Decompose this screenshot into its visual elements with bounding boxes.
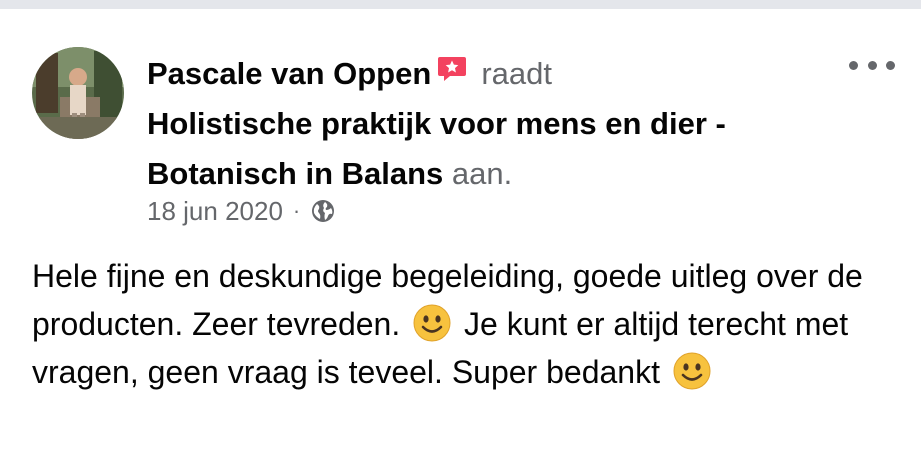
avatar-photo	[32, 47, 124, 139]
more-dot	[849, 60, 858, 70]
page-name[interactable]: Holistische praktijk voor mens en dier -…	[147, 106, 726, 191]
smiley-icon	[673, 352, 711, 390]
recommend-badge-icon	[437, 47, 467, 81]
recommend-suffix: aan.	[451, 156, 513, 191]
more-dot	[867, 60, 877, 70]
globe-icon[interactable]	[310, 198, 336, 224]
recommend-verb: raadt	[481, 56, 552, 91]
review-header: Pascale van Oppen raadt Holistische prakt…	[147, 47, 847, 199]
author-name[interactable]: Pascale van Oppen	[147, 56, 431, 91]
more-options-icon[interactable]	[849, 55, 895, 75]
avatar[interactable]	[32, 47, 124, 139]
meta-separator: ·	[292, 198, 301, 223]
smiley-icon	[413, 304, 451, 342]
review-text: Hele fijne en deskundige begeleiding, go…	[32, 252, 902, 396]
post-date[interactable]: 18 jun 2020	[147, 196, 283, 227]
more-dot	[886, 60, 895, 70]
post-meta: 18 jun 2020 ·	[147, 191, 336, 231]
top-divider	[0, 0, 921, 9]
